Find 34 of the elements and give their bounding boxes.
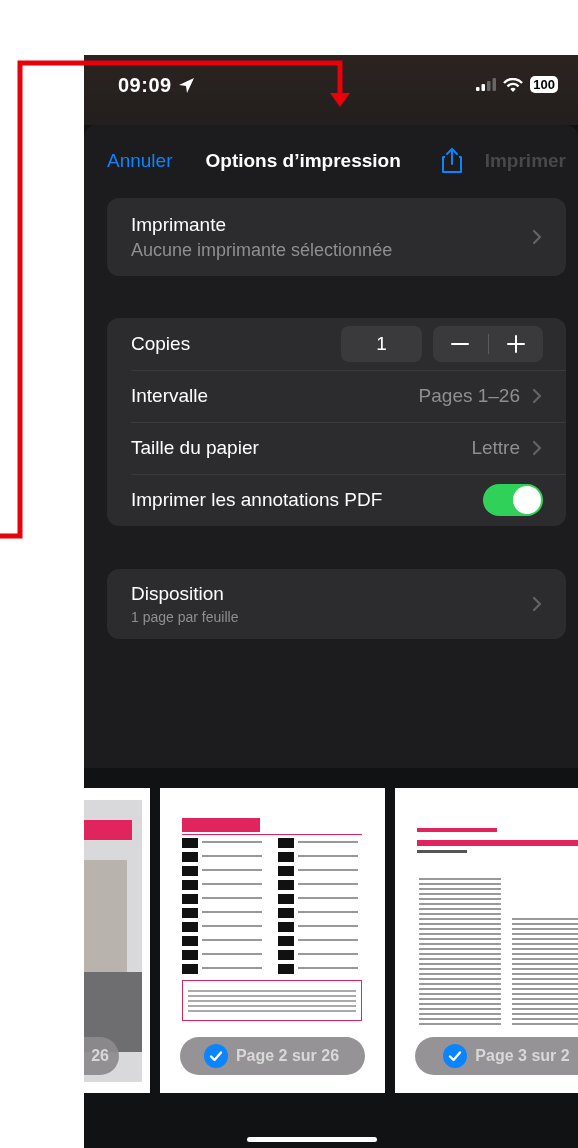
- row-label: Imprimer les annotations PDF: [131, 489, 384, 511]
- chevron-icon: [532, 596, 542, 612]
- dialog-title: Options d’impression: [205, 149, 401, 172]
- copies-field[interactable]: 1: [341, 326, 422, 362]
- row-value: Lettre: [471, 437, 520, 459]
- wifi-icon: [503, 77, 524, 92]
- copies-stepper[interactable]: [433, 326, 543, 362]
- annotations-toggle[interactable]: [483, 484, 543, 516]
- share-icon[interactable]: [440, 147, 463, 174]
- chevron-icon: [532, 388, 542, 404]
- row-value: Aucune imprimante sélectionnée: [131, 239, 394, 261]
- signal-icon: [476, 78, 497, 91]
- battery-indicator: 100: [530, 76, 558, 93]
- row-label: Taille du papier: [131, 437, 260, 459]
- page-label: Page 3 sur 2: [475, 1047, 570, 1065]
- chevron-icon: [532, 229, 542, 245]
- location-icon: [177, 77, 195, 94]
- minus-icon: [451, 343, 470, 345]
- plus-icon: [506, 335, 525, 353]
- cancel-button[interactable]: Annuler: [107, 149, 173, 172]
- chevron-icon: [532, 440, 542, 456]
- row-value: Pages 1–26: [418, 385, 520, 407]
- page-label: 26: [91, 1047, 109, 1065]
- row-value: 1 page par feuille: [131, 609, 240, 625]
- option-row[interactable]: Taille du papier Lettre: [107, 422, 566, 474]
- row-label: Imprimante: [131, 213, 228, 236]
- row-label: Intervalle: [131, 385, 210, 407]
- page-label: Page 2 sur 26: [235, 1047, 340, 1065]
- printer-row[interactable]: Imprimante Aucune imprimante sélectionnée: [107, 198, 566, 276]
- status-time: 09:09: [118, 74, 172, 97]
- row-label: Copies: [131, 333, 192, 355]
- layout-row[interactable]: Disposition 1 page par feuille: [107, 569, 566, 639]
- row-label: Disposition: [131, 583, 225, 605]
- option-row[interactable]: Intervalle Pages 1–26: [107, 370, 566, 422]
